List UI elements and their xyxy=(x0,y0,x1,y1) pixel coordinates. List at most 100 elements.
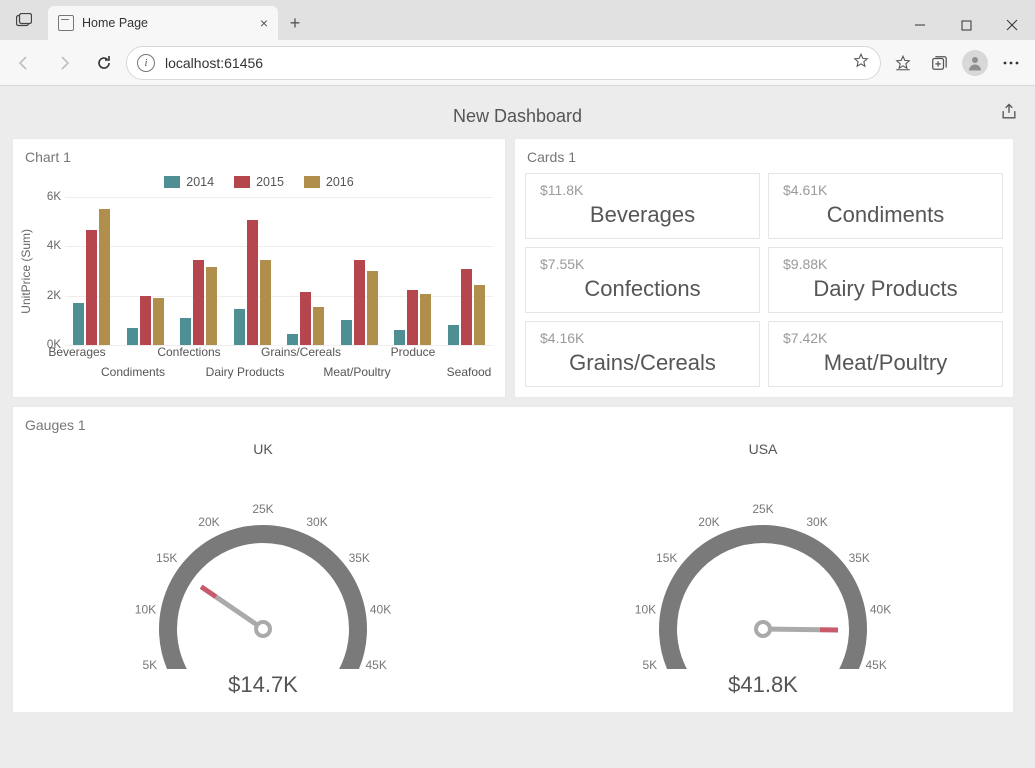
card-label: Grains/Cereals xyxy=(540,350,745,376)
dashboard-title: New Dashboard xyxy=(453,106,582,127)
bar[interactable] xyxy=(247,220,258,345)
gauge-svg: 05K10K15K20K25K30K35K40K45K50K xyxy=(83,459,443,669)
bar[interactable] xyxy=(153,298,164,345)
card[interactable]: $9.88KDairy Products xyxy=(768,247,1003,313)
refresh-button[interactable] xyxy=(86,45,122,81)
bar[interactable] xyxy=(86,230,97,345)
bar[interactable] xyxy=(140,296,151,345)
card[interactable]: $7.55K Confections xyxy=(525,247,760,313)
legend-item[interactable]: 2016 xyxy=(304,175,354,189)
forward-button[interactable] xyxy=(46,45,82,81)
legend-item[interactable]: 2014 xyxy=(164,175,214,189)
card-value: $4.16K xyxy=(540,330,745,346)
gauge-tick: 5K xyxy=(142,658,157,669)
x-tick-label: Grains/Cereals xyxy=(261,345,341,359)
profile-button[interactable] xyxy=(957,45,993,81)
card-value: $7.55K xyxy=(540,256,745,272)
x-tick-label: Beverages xyxy=(48,345,105,359)
chart-panel: Chart 1 201420152016 UnitPrice (Sum) 0K2… xyxy=(12,138,506,398)
bar-group xyxy=(172,197,226,345)
bar[interactable] xyxy=(313,307,324,345)
bar[interactable] xyxy=(180,318,191,345)
url-text: localhost:61456 xyxy=(165,55,263,71)
back-button[interactable] xyxy=(6,45,42,81)
card-label: Beverages xyxy=(540,202,745,228)
gauge-tick: 45K xyxy=(865,658,886,669)
card[interactable]: $7.42KMeat/Poultry xyxy=(768,321,1003,387)
gauge-tick: 30K xyxy=(806,515,827,529)
gauge-value: $41.8K xyxy=(573,672,953,698)
bar[interactable] xyxy=(341,320,352,345)
favorites-button[interactable] xyxy=(885,45,921,81)
card-label: Confections xyxy=(540,276,745,302)
bar[interactable] xyxy=(206,267,217,345)
x-axis: BeveragesCondimentsConfectionsDairy Prod… xyxy=(49,345,497,389)
gauge-tick: 20K xyxy=(198,515,219,529)
favorite-button[interactable] xyxy=(852,52,870,73)
bar[interactable] xyxy=(448,325,459,345)
tabs-overview-button[interactable] xyxy=(0,0,48,40)
bar[interactable] xyxy=(234,309,245,345)
tab-title: Home Page xyxy=(82,16,148,30)
bar[interactable] xyxy=(394,330,405,345)
gauge-title: UK xyxy=(73,441,453,457)
site-info-icon[interactable]: i xyxy=(137,54,155,72)
y-tick: 4K xyxy=(47,240,61,252)
bar[interactable] xyxy=(300,292,311,345)
card[interactable]: $4.61K Condiments xyxy=(768,173,1003,239)
bar[interactable] xyxy=(407,290,418,346)
window-maximize-button[interactable] xyxy=(943,10,989,40)
chart-panel-title: Chart 1 xyxy=(13,139,505,169)
gauge-tick: 45K xyxy=(365,658,386,669)
window-minimize-button[interactable] xyxy=(897,10,943,40)
gauges-panel: Gauges 1 UK05K10K15K20K25K30K35K40K45K50… xyxy=(12,406,1014,713)
bar[interactable] xyxy=(287,334,298,345)
more-button[interactable] xyxy=(993,45,1029,81)
tab-close-button[interactable]: × xyxy=(260,15,268,31)
bar-group xyxy=(440,197,494,345)
bar-group xyxy=(226,197,280,345)
bar-group xyxy=(279,197,333,345)
collections-button[interactable] xyxy=(921,45,957,81)
dashboard-header: New Dashboard xyxy=(12,94,1023,138)
bar[interactable] xyxy=(193,260,204,345)
browser-titlebar: Home Page × + xyxy=(0,0,1035,40)
legend-item[interactable]: 2015 xyxy=(234,175,284,189)
new-tab-button[interactable]: + xyxy=(278,6,312,40)
gauge-tick: 40K xyxy=(370,603,391,617)
chart-legend: 2014 2015 2016 xyxy=(13,169,505,197)
bar[interactable] xyxy=(461,269,472,345)
y-axis-label: UnitPrice (Sum) xyxy=(19,229,33,314)
browser-tab[interactable]: Home Page × xyxy=(48,6,278,40)
bar[interactable] xyxy=(260,260,271,345)
bar[interactable] xyxy=(420,294,431,345)
bar[interactable] xyxy=(99,209,110,345)
card[interactable]: $11.8KBeverages xyxy=(525,173,760,239)
card-label: Condiments xyxy=(783,202,988,228)
dashboard-page: New Dashboard Chart 1 2014 2015 2016 UnitP… xyxy=(0,86,1035,725)
gauge-tick: 30K xyxy=(306,515,327,529)
bar[interactable] xyxy=(367,271,378,345)
card[interactable]: $4.16K Grains/Cereals xyxy=(525,321,760,387)
bar-group xyxy=(333,197,387,345)
legend-label: 2015 xyxy=(256,175,284,189)
bar[interactable] xyxy=(474,285,485,345)
x-tick-label: Dairy Products xyxy=(206,365,285,379)
x-tick-label: Condiments xyxy=(101,365,165,379)
export-button[interactable] xyxy=(999,102,1019,127)
window-close-button[interactable] xyxy=(989,10,1035,40)
card-value: $9.88K xyxy=(783,256,988,272)
x-tick-label: Meat/Poultry xyxy=(323,365,390,379)
bar[interactable] xyxy=(73,303,84,345)
bar-group xyxy=(65,197,119,345)
cards-panel: Cards 1 $11.8KBeverages$4.61KCondiments$… xyxy=(514,138,1014,398)
gauge-tick: 5K xyxy=(642,658,657,669)
address-bar[interactable]: i localhost:61456 xyxy=(126,46,881,80)
gauge-tick: 40K xyxy=(870,603,891,617)
gauge-value: $14.7K xyxy=(73,672,453,698)
bar[interactable] xyxy=(127,328,138,345)
card-value: $4.61K xyxy=(783,182,988,198)
bar[interactable] xyxy=(354,260,365,345)
gauge-tick: 10K xyxy=(635,603,656,617)
page-favicon xyxy=(58,15,74,31)
